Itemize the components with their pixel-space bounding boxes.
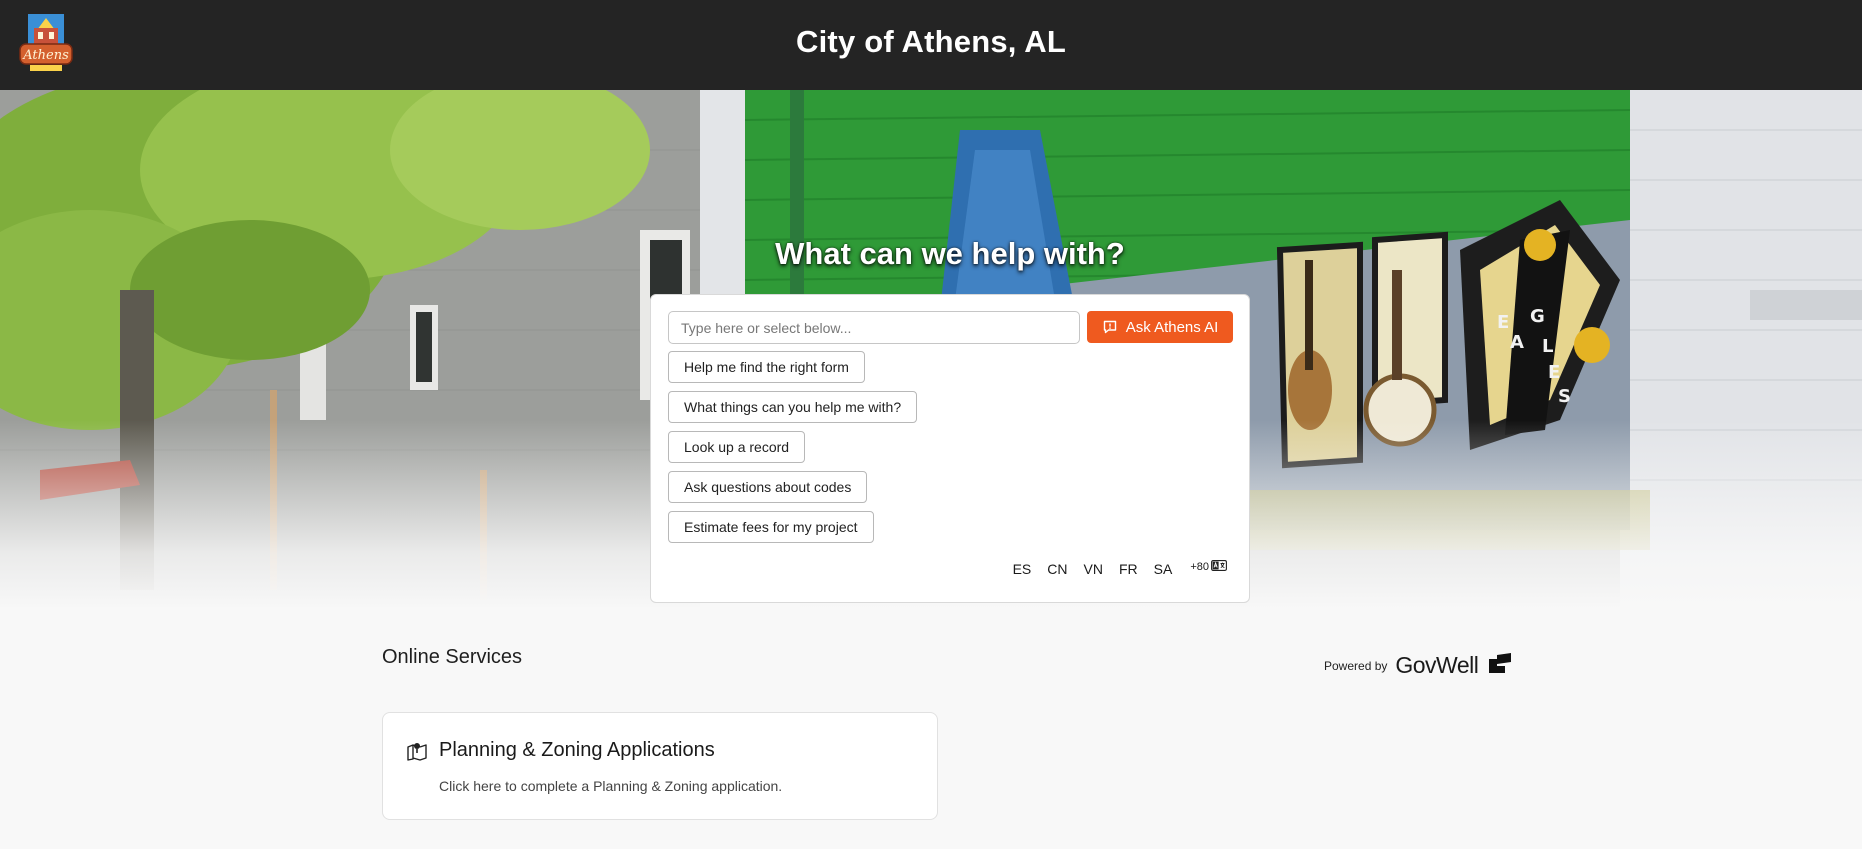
govwell-logo-icon bbox=[1486, 653, 1512, 678]
map-pin-icon bbox=[407, 741, 427, 766]
online-services-heading: Online Services bbox=[382, 646, 523, 668]
mural-letter: A bbox=[1510, 332, 1524, 353]
mural-letter: E bbox=[1548, 362, 1560, 383]
translate-icon bbox=[1211, 560, 1227, 574]
site-title: City of Athens, AL bbox=[796, 24, 1066, 59]
mural-letter: S bbox=[1558, 386, 1571, 407]
hero-heading: What can we help with? bbox=[775, 236, 1125, 271]
planning-zoning-card[interactable]: Planning & Zoning Applications Click her… bbox=[382, 712, 938, 820]
mural-letter: G bbox=[1530, 306, 1545, 327]
suggestion-find-form[interactable]: Help me find the right form bbox=[668, 351, 865, 383]
chat-alert-icon bbox=[1102, 319, 1118, 335]
mural-letter: L bbox=[1542, 336, 1553, 357]
suggestion-estimate-fees[interactable]: Estimate fees for my project bbox=[668, 511, 874, 543]
suggestion-what-can-you-help[interactable]: What things can you help me with? bbox=[668, 391, 918, 423]
ask-athens-ai-button[interactable]: Ask Athens AI bbox=[1087, 311, 1233, 343]
service-card-title: Planning & Zoning Applications bbox=[439, 739, 715, 761]
govwell-wordmark: GovWell bbox=[1395, 652, 1479, 678]
suggestion-list: Help me find the right form What things … bbox=[668, 351, 918, 543]
ask-button-label: Ask Athens AI bbox=[1125, 318, 1219, 336]
suggestion-look-up-record[interactable]: Look up a record bbox=[668, 431, 806, 463]
language-sa[interactable]: SA bbox=[1146, 561, 1181, 577]
more-languages-button[interactable]: +80 bbox=[1180, 560, 1227, 574]
site-header: Athens City of Athens, AL bbox=[0, 0, 1862, 90]
language-selector: ES CN VN FR SA +80 bbox=[1005, 560, 1227, 577]
service-card-description: Click here to complete a Planning & Zoni… bbox=[439, 778, 783, 794]
language-vn[interactable]: VN bbox=[1076, 561, 1111, 577]
more-languages-count: +80 bbox=[1190, 561, 1209, 573]
language-es[interactable]: ES bbox=[1005, 561, 1040, 577]
suggestion-ask-codes[interactable]: Ask questions about codes bbox=[668, 471, 868, 503]
assistant-panel: Ask Athens AI Help me find the right for… bbox=[650, 294, 1250, 603]
mural-letter: E bbox=[1497, 312, 1509, 333]
powered-by-govwell[interactable]: Powered by GovWell bbox=[1324, 652, 1512, 679]
powered-by-label: Powered by bbox=[1324, 658, 1388, 673]
language-fr[interactable]: FR bbox=[1111, 561, 1146, 577]
language-cn[interactable]: CN bbox=[1039, 561, 1075, 577]
assistant-search-input[interactable] bbox=[668, 311, 1080, 344]
